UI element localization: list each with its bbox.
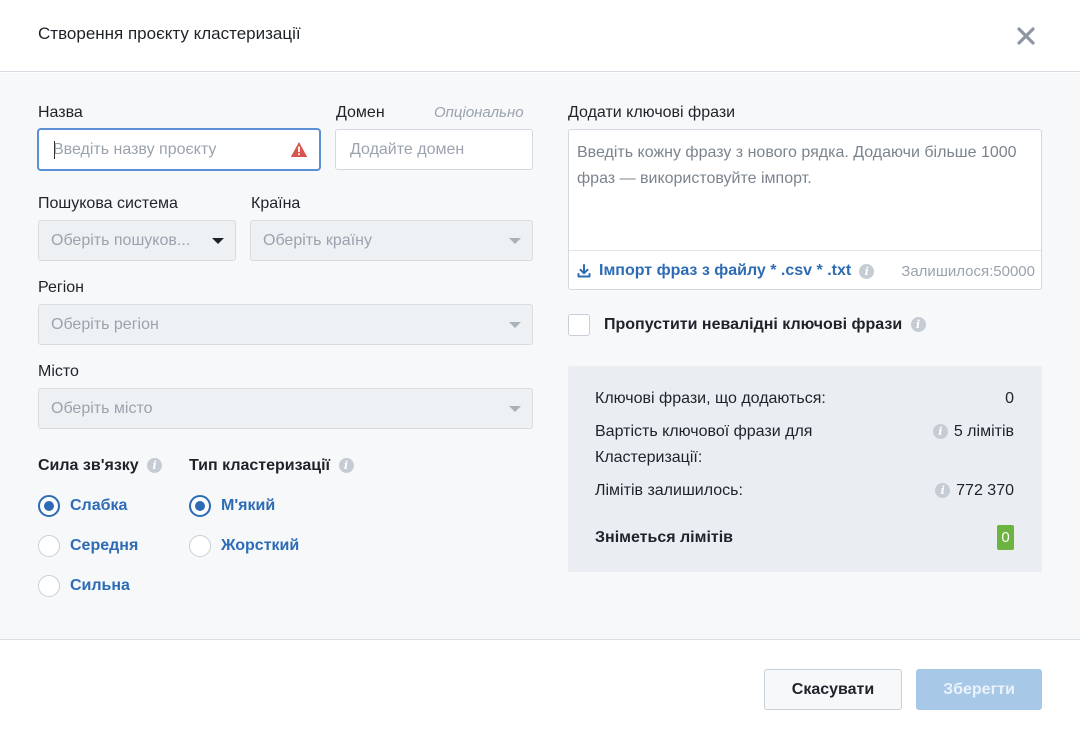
save-button[interactable]: Зберегти: [916, 669, 1042, 710]
deduct-limits-label: Зніметься лімітів: [595, 529, 734, 546]
radio-link-weak-label[interactable]: Слабка: [70, 497, 127, 515]
radio-link-strong-label[interactable]: Сильна: [70, 577, 130, 595]
summary-panel: Ключові фрази, що додаються: 0 Вартість …: [568, 366, 1042, 572]
keyword-cost-value-text: 5 лімітів: [953, 423, 1014, 440]
clustering-type-label: Тип кластеризації i: [189, 457, 354, 475]
radio-type-soft-label[interactable]: М'який: [221, 497, 275, 515]
deduct-limits-badge: 0: [997, 525, 1014, 550]
domain-label: Домен: [336, 104, 385, 121]
name-label: Назва: [38, 104, 83, 121]
cancel-button[interactable]: Скасувати: [764, 669, 902, 710]
limits-left-value: i 772 370: [935, 482, 1014, 500]
dialog-title: Створення проєкту кластеризації: [38, 24, 301, 43]
added-keywords-value: 0: [1005, 390, 1014, 407]
keyword-cost-label-line2: Кластеризації:: [595, 449, 703, 466]
download-icon: [577, 264, 591, 278]
country-select[interactable]: Оберіть країну: [250, 220, 533, 261]
info-icon[interactable]: i: [935, 483, 951, 499]
chevron-down-icon: [509, 406, 521, 412]
project-name-placeholder: Введіть назву проєкту: [53, 141, 217, 158]
keywords-placeholder: Введіть кожну фразу з нового рядка. Дода…: [577, 144, 1017, 187]
warning-icon: [290, 142, 308, 157]
city-label: Місто: [38, 363, 79, 380]
radio-link-medium-label[interactable]: Середня: [70, 537, 138, 555]
radio-type-hard[interactable]: [189, 535, 211, 557]
added-keywords-label: Ключові фрази, що додаються:: [595, 390, 826, 407]
skip-invalid-checkbox[interactable]: [568, 314, 590, 336]
link-strength-label-text: Сила зв'язку: [38, 457, 139, 474]
info-icon[interactable]: i: [932, 424, 948, 440]
keyword-cost-value: i 5 лімітів: [932, 423, 1014, 441]
keywords-textarea[interactable]: Введіть кожну фразу з нового рядка. Дода…: [568, 129, 1042, 290]
chevron-down-icon: [509, 238, 521, 244]
close-icon[interactable]: [1013, 23, 1039, 49]
domain-optional-hint: Опціонально: [434, 104, 524, 121]
search-engine-label: Пошукова система: [38, 195, 178, 212]
chevron-down-icon: [509, 322, 521, 328]
skip-invalid-label-text: Пропустити невалідні ключові фрази: [604, 316, 903, 333]
skip-invalid-label[interactable]: Пропустити невалідні ключові фрази i: [604, 316, 926, 334]
radio-type-hard-label[interactable]: Жорсткий: [221, 537, 299, 555]
region-select[interactable]: Оберіть регіон: [38, 304, 533, 345]
country-value: Оберіть країну: [263, 232, 372, 249]
clustering-type-label-text: Тип кластеризації: [189, 457, 331, 474]
text-caret: [54, 141, 55, 159]
keywords-footer: Імпорт фраз з файлу * .csv * .txt i Зали…: [569, 250, 1041, 290]
domain-input[interactable]: Додайте домен: [335, 129, 533, 170]
search-engine-value: Оберіть пошуков...: [51, 232, 191, 249]
import-file-link[interactable]: Імпорт фраз з файлу * .csv * .txt i: [577, 262, 875, 280]
radio-link-medium[interactable]: [38, 535, 60, 557]
limits-left-value-text: 772 370: [956, 482, 1014, 499]
search-engine-select[interactable]: Оберіть пошуков...: [38, 220, 236, 261]
region-label: Регіон: [38, 279, 84, 296]
remaining-counter: Залишилося:50000: [901, 263, 1035, 280]
keyword-cost-label-line1: Вартість ключової фрази для: [595, 423, 813, 440]
import-file-label: Імпорт фраз з файлу * .csv * .txt: [599, 262, 852, 279]
city-value: Оберіть місто: [51, 400, 153, 417]
radio-link-strong[interactable]: [38, 575, 60, 597]
info-icon[interactable]: i: [147, 458, 163, 474]
project-name-input[interactable]: Введіть назву проєкту: [38, 129, 320, 170]
info-icon[interactable]: i: [910, 317, 926, 333]
dialog-header: Створення проєкту кластеризації: [0, 0, 1080, 72]
keywords-label: Додати ключові фрази: [568, 104, 736, 121]
domain-placeholder: Додайте домен: [350, 141, 465, 158]
city-select[interactable]: Оберіть місто: [38, 388, 533, 429]
limits-left-label: Лімітів залишилось:: [595, 482, 743, 499]
radio-link-weak[interactable]: [38, 495, 60, 517]
region-value: Оберіть регіон: [51, 316, 159, 333]
country-label: Країна: [251, 195, 301, 212]
info-icon[interactable]: i: [338, 458, 354, 474]
info-icon[interactable]: i: [859, 263, 875, 279]
link-strength-label: Сила зв'язку i: [38, 457, 163, 475]
radio-type-soft[interactable]: [189, 495, 211, 517]
chevron-down-icon: [212, 238, 224, 244]
